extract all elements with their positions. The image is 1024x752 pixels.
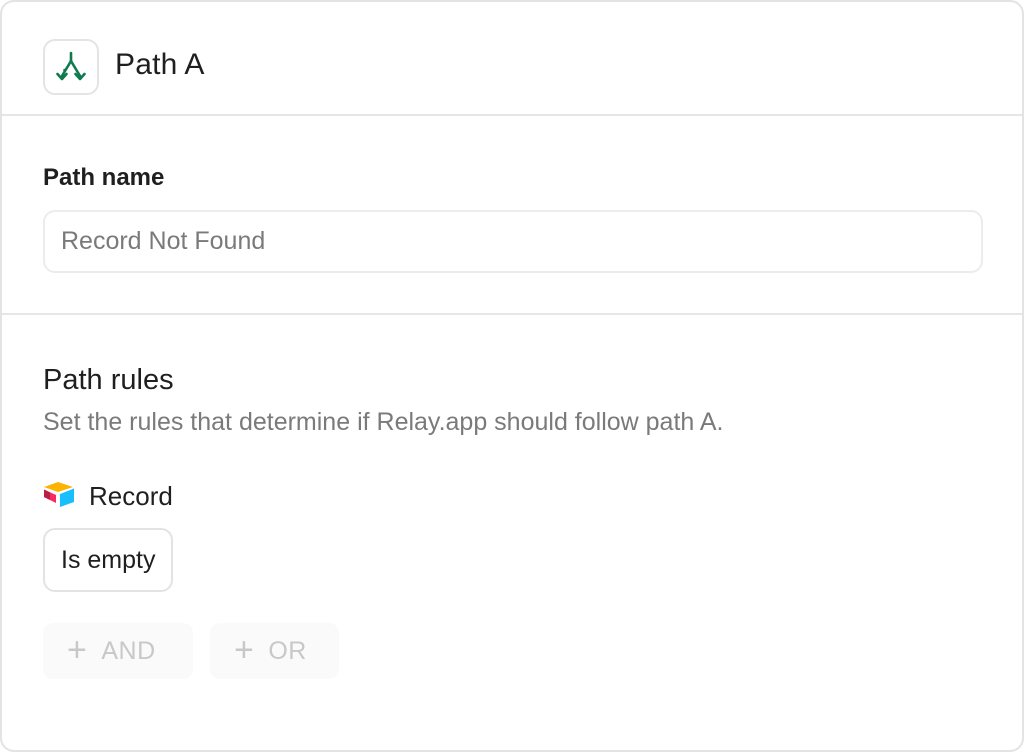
rule-condition-chip[interactable]: Is empty [43, 528, 174, 592]
split-path-icon [43, 39, 99, 95]
path-name-input[interactable] [43, 210, 983, 273]
rule-field-label: Record [89, 481, 173, 511]
path-rules-title: Path rules [43, 364, 174, 396]
rule-field: Record [43, 480, 173, 513]
airtable-icon [43, 480, 77, 513]
add-and-button[interactable]: + AND [43, 623, 193, 679]
add-and-label: AND [101, 636, 156, 665]
add-or-button[interactable]: + OR [210, 623, 339, 679]
path-settings-panel: Path A Path name Path rules Set the rule… [0, 0, 1024, 752]
panel-header: Path A [2, 2, 1022, 116]
panel-title: Path A [115, 48, 205, 81]
path-name-section: Path name [2, 116, 1022, 315]
add-or-label: OR [268, 636, 307, 665]
plus-icon: + [234, 631, 255, 669]
path-name-label: Path name [43, 164, 165, 191]
plus-icon: + [67, 631, 88, 669]
path-rules-description: Set the rules that determine if Relay.ap… [43, 408, 724, 436]
